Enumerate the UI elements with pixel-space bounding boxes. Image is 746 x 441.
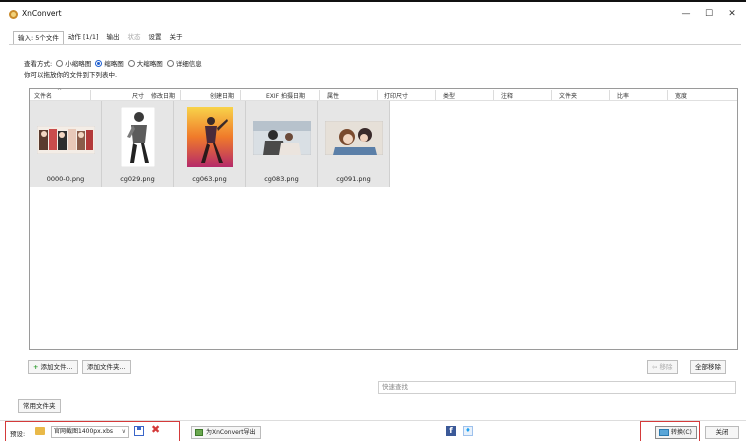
quick-search-input[interactable]: 快速查找	[378, 381, 736, 394]
column-header-ratio[interactable]: 比率	[617, 91, 629, 100]
export-for-xnconvert-button[interactable]: 为XnConvert导出	[191, 426, 261, 439]
file-list-panel[interactable]: 文件名 ^ 尺寸 修改日期 创建日期 EXIF 拍摄日期 属性 打印尺寸 类型 …	[29, 88, 738, 350]
column-header-modified[interactable]: 修改日期	[151, 91, 175, 100]
column-separator	[609, 90, 610, 100]
radio-thumbnails[interactable]	[95, 59, 103, 67]
xnconvert-window: XnConvert — ☐ ✕ 输入: 5个文件 动作 [1/1] 输出 状态 …	[0, 0, 746, 441]
column-separator	[551, 90, 552, 100]
radio-large-thumbnails[interactable]	[127, 59, 135, 67]
column-separator	[319, 90, 320, 100]
tab-output[interactable]: 输出	[103, 31, 124, 44]
column-header-width[interactable]: 宽度	[675, 91, 687, 100]
column-separator	[493, 90, 494, 100]
file-thumbnail[interactable]: 0000-0.png	[30, 101, 102, 187]
tab-about[interactable]: 关于	[166, 31, 187, 44]
add-folder-button[interactable]: 添加文件夹...	[82, 360, 131, 374]
folder-icon[interactable]	[35, 427, 45, 435]
radio-thumbnails-label: 缩略图	[104, 60, 124, 68]
column-header-type[interactable]: 类型	[443, 91, 455, 100]
image-preview	[120, 107, 155, 167]
facebook-icon[interactable]: f	[446, 426, 456, 436]
add-icon: +	[33, 363, 39, 371]
maximize-button[interactable]: ☐	[702, 8, 716, 20]
sort-up-icon: ^	[57, 88, 63, 95]
save-icon[interactable]	[134, 426, 144, 436]
tab-divider	[9, 44, 741, 45]
radio-details[interactable]	[166, 59, 174, 67]
column-header-attributes[interactable]: 属性	[327, 91, 339, 100]
column-header-created[interactable]: 创建日期	[210, 91, 234, 100]
column-header-filename[interactable]: 文件名	[34, 91, 52, 100]
add-files-label: 添加文件...	[40, 363, 73, 371]
delete-icon[interactable]: ✖	[151, 423, 160, 436]
tab-bar: 输入: 5个文件 动作 [1/1] 输出 状态 设置 关于	[13, 31, 187, 44]
thumbnail-grid: 0000-0.png cg029.png cg063.png cg083.png…	[30, 101, 390, 187]
radio-small-thumbnails[interactable]	[56, 59, 64, 67]
close-window-button[interactable]: ✕	[725, 8, 739, 20]
file-name: cg063.png	[192, 175, 227, 183]
column-separator	[435, 90, 436, 100]
minimize-button[interactable]: —	[679, 8, 693, 20]
column-separator	[90, 90, 91, 100]
tab-settings[interactable]: 设置	[145, 31, 166, 44]
tab-status[interactable]: 状态	[124, 31, 145, 44]
file-thumbnail[interactable]: cg063.png	[174, 101, 246, 187]
column-headers: 文件名 ^ 尺寸 修改日期 创建日期 EXIF 拍摄日期 属性 打印尺寸 类型 …	[30, 88, 737, 101]
column-header-exif-date[interactable]: EXIF 拍摄日期	[266, 91, 305, 100]
file-name: cg029.png	[120, 175, 155, 183]
remove-button[interactable]: ⇦ 移除	[647, 360, 678, 374]
column-header-size[interactable]: 尺寸	[132, 91, 144, 100]
column-header-folder[interactable]: 文件夹	[559, 91, 577, 100]
preset-label: 预设:	[10, 430, 26, 438]
file-thumbnail[interactable]: cg083.png	[246, 101, 318, 187]
file-thumbnail[interactable]: cg029.png	[102, 101, 174, 187]
radio-small-thumbnails-label: 小缩略图	[65, 60, 92, 68]
title-bar: XnConvert — ☐ ✕	[0, 4, 746, 24]
column-separator	[180, 90, 181, 100]
remove-icon: ⇦	[652, 363, 660, 371]
drag-hint: 你可以拖放你的文件到下列表中.	[24, 71, 118, 79]
convert-button[interactable]: 转换(C)	[655, 426, 697, 439]
preset-select-value: 官网截图1400px.xbs	[54, 428, 114, 435]
radio-details-label: 详细信息	[175, 60, 202, 68]
column-separator	[377, 90, 378, 100]
file-name: 0000-0.png	[46, 175, 85, 183]
common-folders-button[interactable]: 常用文件夹	[18, 399, 61, 413]
column-header-print-size[interactable]: 打印尺寸	[384, 91, 408, 100]
image-preview	[36, 126, 95, 154]
view-mode-label: 查看方式:	[24, 60, 53, 68]
remove-label: 移除	[659, 363, 673, 371]
tab-actions[interactable]: 动作 [1/1]	[64, 31, 103, 44]
preset-select[interactable]: 官网截图1400px.xbs ∨	[51, 426, 129, 438]
app-icon	[9, 10, 18, 19]
add-files-button[interactable]: + 添加文件...	[28, 360, 78, 374]
twitter-icon[interactable]: ♦	[463, 426, 473, 436]
window-title: XnConvert	[22, 9, 62, 18]
export-icon	[195, 429, 203, 436]
radio-large-thumbnails-label: 大缩略图	[136, 60, 163, 68]
close-button[interactable]: 关闭	[705, 426, 739, 439]
image-preview	[252, 121, 311, 155]
convert-icon	[659, 429, 669, 436]
view-mode-row: 查看方式: 小缩略图 缩略图 大缩略图 详细信息	[24, 58, 202, 68]
remove-all-button[interactable]: 全部移除	[690, 360, 726, 374]
image-preview	[324, 121, 383, 155]
column-header-comment[interactable]: 注释	[501, 91, 513, 100]
file-thumbnail[interactable]: cg091.png	[318, 101, 390, 187]
tab-input[interactable]: 输入: 5个文件	[13, 31, 64, 44]
file-name: cg091.png	[336, 175, 371, 183]
column-separator	[240, 90, 241, 100]
column-separator	[667, 90, 668, 100]
file-name: cg083.png	[264, 175, 299, 183]
chevron-down-icon: ∨	[121, 428, 126, 435]
export-label: 为XnConvert导出	[206, 429, 256, 436]
image-preview	[186, 107, 233, 167]
convert-label: 转换(C)	[671, 429, 692, 436]
